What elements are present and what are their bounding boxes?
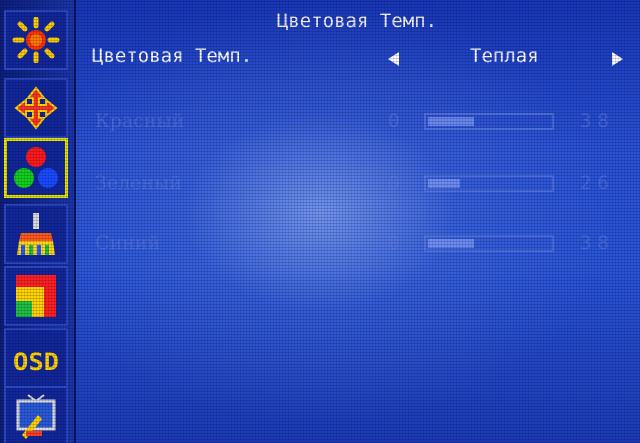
brightness-button[interactable] (4, 10, 68, 70)
blue-slider[interactable] (424, 235, 554, 252)
arrow-left-icon[interactable] (388, 52, 399, 66)
blue-min-value: 0 (388, 232, 400, 254)
green-label: Зеленый (95, 172, 182, 194)
green-slider[interactable] (424, 175, 554, 192)
osd-screen: OSD Цветовая Темп. Цветовая Темп. Теплая… (0, 0, 640, 443)
blue-label: Синий (95, 232, 161, 254)
red-value: 38 (580, 110, 615, 132)
blue-slider-fill (428, 239, 475, 248)
color-button[interactable] (4, 138, 68, 198)
color-dots-icon (14, 147, 58, 188)
red-min-value: 0 (388, 110, 400, 132)
arrow-right-icon[interactable] (612, 52, 623, 66)
position-arrows-icon (14, 86, 58, 130)
osd-button[interactable]: OSD (4, 328, 68, 388)
blue-value: 38 (580, 232, 615, 254)
color-temp-value[interactable]: Теплая (470, 45, 539, 67)
red-label: Красный (95, 110, 185, 132)
brightness-sun-icon (12, 17, 60, 63)
red-slider-fill (428, 117, 475, 126)
red-slider[interactable] (424, 113, 554, 130)
position-button[interactable] (4, 78, 68, 138)
osd-sidebar: OSD (0, 0, 76, 443)
green-min-value: 0 (388, 172, 400, 194)
image-button[interactable] (4, 204, 68, 264)
color-blocks-icon (16, 275, 56, 317)
color-blocks-button[interactable] (4, 266, 68, 326)
menu-title: Цветовая Темп. (276, 10, 438, 32)
paint-brush-icon (17, 213, 55, 255)
tools-button[interactable] (4, 386, 68, 443)
green-value: 26 (580, 172, 615, 194)
osd-icon: OSD (13, 348, 59, 376)
color-temp-label: Цветовая Темп. (92, 45, 253, 67)
svg-text:OSD: OSD (13, 348, 59, 376)
tools-tv-icon (16, 394, 56, 439)
green-slider-fill (428, 179, 460, 188)
